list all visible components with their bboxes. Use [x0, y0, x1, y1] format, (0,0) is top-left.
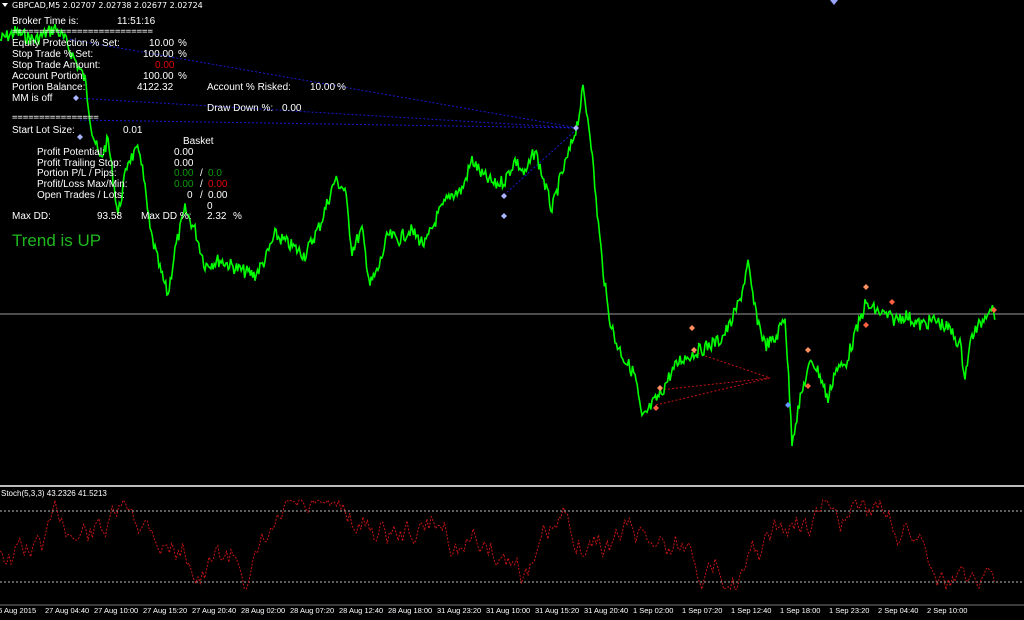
draw-down-value: 0.00 — [282, 103, 302, 114]
time-axis-tick: 31 Aug 15:20 — [535, 606, 580, 615]
equity-protection-label: Equity Protection % Set: — [12, 38, 120, 49]
trade-marker-icon — [691, 347, 697, 353]
trend-status-text: Trend is UP — [12, 231, 102, 250]
stop-trade-amount-label: Stop Trade Amount: — [12, 60, 101, 71]
max-dd-pct-value: 2.32 — [207, 211, 227, 222]
account-portion-label: Account Portion: — [12, 71, 86, 82]
open-trades-label: Open Trades / Lots: — [37, 190, 125, 201]
time-axis-tick: 28 Aug 12:40 — [339, 606, 384, 615]
slash-divider: / — [200, 179, 203, 190]
stop-trade-amount-value: 0.00 — [155, 60, 175, 71]
account-portion-value: 100.00 — [143, 71, 174, 82]
time-axis-tick: 1 Sep 12:40 — [731, 606, 772, 615]
portion-pips-value: 0.0 — [208, 168, 222, 179]
time-axis-tick: 2 Sep 10:00 — [927, 606, 968, 615]
trade-marker-icon — [689, 325, 695, 331]
stoch-indicator-label: Stoch(5,3,3) 43.2326 41.5213 — [1, 489, 107, 498]
time-axis-tick: 1 Sep 18:00 — [780, 606, 821, 615]
trade-marker-icon — [573, 125, 579, 131]
time-axis-tick: 31 Aug 23:20 — [437, 606, 482, 615]
stoch-line — [0, 498, 995, 591]
slash-divider: / — [200, 168, 203, 179]
time-axis-tick: 27 Aug 04:40 — [45, 606, 90, 615]
time-axis-tick: 26 Aug 2015 — [0, 606, 37, 615]
trade-marker-icon — [657, 385, 663, 391]
portion-balance-value: 4122.32 — [137, 82, 174, 93]
mm-status-label: MM is off — [12, 93, 53, 104]
start-lot-label: Start Lot Size: — [12, 125, 75, 136]
broker-time-label: Broker Time is: — [12, 16, 79, 27]
equity-protection-value: 10.00 — [149, 38, 175, 49]
max-dd-pct-label: Max DD %: — [141, 211, 192, 222]
profit-potential-value: 0.00 — [174, 147, 194, 158]
portion-pl-value: 0.00 — [174, 168, 194, 179]
chart-window[interactable]: GBPCAD,M5 2.02707 2.02738 2.02677 2.0272… — [0, 0, 1024, 620]
trade-marker-icon — [501, 213, 507, 219]
profit-min-value: 0.00 — [208, 179, 228, 190]
time-axis-tick: 27 Aug 15:20 — [143, 606, 188, 615]
trade-marker-icon — [863, 322, 869, 328]
broker-time-value: 11:51:16 — [117, 16, 156, 27]
time-axis-tick: 1 Sep 07:20 — [682, 606, 723, 615]
slash-divider: / — [200, 190, 203, 201]
time-axis-tick: 1 Sep 23:20 — [829, 606, 870, 615]
trade-marker-icon — [863, 284, 869, 290]
profit-potential-label: Profit Potential: — [37, 147, 105, 158]
percent-sign: % — [178, 49, 187, 60]
trade-marker-icon — [805, 347, 811, 353]
separator-line: ================ — [12, 113, 99, 123]
time-axis: 26 Aug 2015 27 Aug 04:40 27 Aug 10:00 27 Au… — [0, 606, 1024, 620]
portion-balance-label: Portion Balance: — [12, 82, 86, 93]
max-dd-label: Max DD: — [12, 211, 51, 222]
trade-marker-icon — [653, 405, 659, 411]
profit-loss-label: Profit/Loss Max/Min: — [37, 179, 128, 190]
time-axis-tick: 27 Aug 10:00 — [94, 606, 139, 615]
basket-header: Basket — [183, 136, 214, 147]
stop-trade-pct-label: Stop Trade % Set: — [12, 49, 94, 60]
open-trades-value: 0 — [187, 190, 193, 201]
shift-marker-icon[interactable] — [830, 0, 838, 5]
time-axis-tick: 28 Aug 18:00 — [388, 606, 433, 615]
time-axis-tick: 28 Aug 02:00 — [241, 606, 286, 615]
percent-sign: % — [178, 71, 187, 82]
percent-sign: % — [337, 82, 346, 93]
account-risked-label: Account % Risked: — [207, 82, 291, 93]
portion-pl-label: Portion P/L / Pips: — [37, 168, 117, 179]
start-lot-value: 0.01 — [123, 125, 143, 136]
time-axis-tick: 27 Aug 20:40 — [192, 606, 237, 615]
time-axis-tick: 1 Sep 02:00 — [633, 606, 674, 615]
trade-line — [693, 351, 771, 379]
account-risked-value: 10.00 — [310, 82, 336, 93]
percent-sign: % — [178, 38, 187, 49]
max-dd-value: 93.58 — [97, 211, 123, 222]
trade-line — [655, 377, 771, 406]
ea-info-panel: Broker Time is: 11:51:16 ===============… — [0, 0, 360, 240]
time-axis-tick: 2 Sep 04:40 — [878, 606, 919, 615]
time-axis-tick: 31 Aug 20:40 — [584, 606, 629, 615]
stop-trade-pct-value: 100.00 — [143, 49, 174, 60]
separator-line: ========================== — [12, 27, 153, 37]
time-axis-tick: 31 Aug 10:00 — [486, 606, 531, 615]
draw-down-label: Draw Down %: — [207, 103, 274, 114]
percent-sign: % — [233, 211, 242, 222]
trade-marker-icon — [501, 193, 507, 199]
trade-marker-icon — [889, 299, 895, 305]
time-axis-tick: 28 Aug 07:20 — [290, 606, 335, 615]
profit-max-value: 0.00 — [174, 179, 194, 190]
open-lots-value: 0.00 — [208, 190, 228, 201]
trade-line — [659, 377, 771, 391]
